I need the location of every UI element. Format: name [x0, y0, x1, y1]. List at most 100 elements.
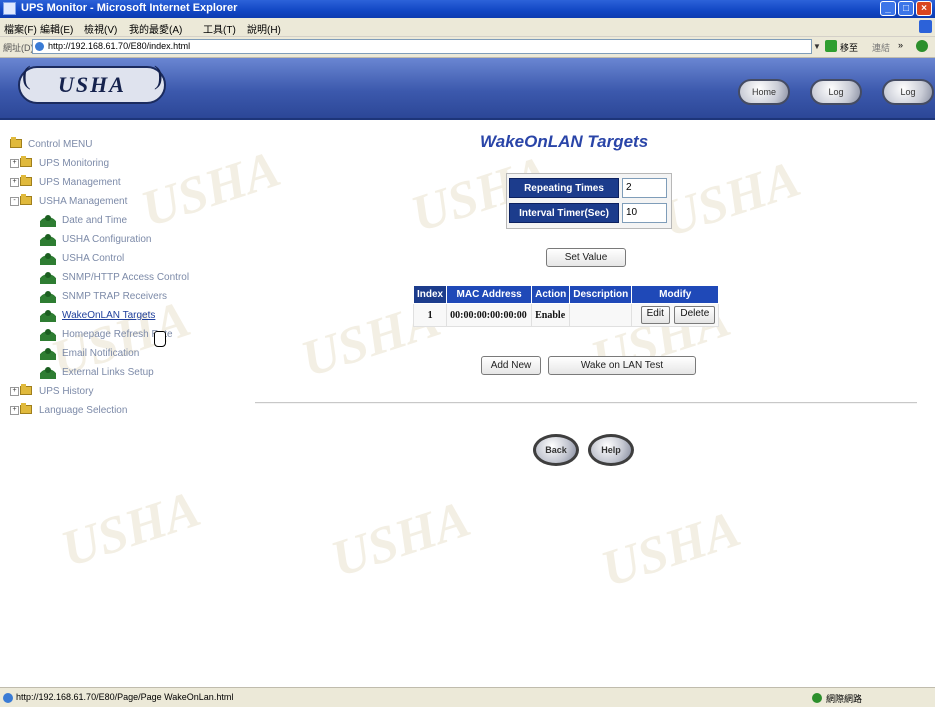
tree-item-access-control[interactable]: SNMP/HTTP Access Control [10, 269, 255, 288]
menu-view[interactable]: 檢視(V) [84, 21, 117, 36]
expand-icon[interactable]: + [10, 178, 19, 187]
page-status-icon [3, 693, 13, 703]
hand-cursor-icon [154, 331, 166, 347]
browser-window: UPS Monitor - Microsoft Internet Explore… [0, 0, 935, 707]
expand-icon[interactable]: + [10, 406, 19, 415]
watermark: USHA [654, 150, 807, 249]
window-title: UPS Monitor - Microsoft Internet Explore… [21, 2, 238, 14]
delete-button[interactable]: Delete [674, 306, 716, 324]
tree-item-label: Date and Time [62, 215, 128, 226]
tree-item-date-and-time[interactable]: Date and Time [10, 212, 255, 231]
edit-button[interactable]: Edit [640, 306, 670, 324]
back-button[interactable]: Back [533, 434, 579, 466]
tree-item-label: UPS Monitoring [39, 158, 110, 169]
url-dropdown-icon[interactable]: ▼ [813, 42, 821, 51]
go-button[interactable]: 移至 [840, 41, 858, 54]
menu-tools[interactable]: 工具(T) [203, 21, 236, 36]
set-value-button[interactable]: Set Value [546, 248, 626, 267]
folder-icon [20, 403, 32, 414]
folder-open-icon [20, 194, 32, 205]
expand-icon[interactable]: + [10, 159, 19, 168]
setting-row-repeating-times: Repeating Times 2 [509, 176, 669, 201]
content-area: USHA USHA USHA USHA USHA USHA USHA USHA … [0, 120, 935, 687]
watermark: USHA [324, 490, 477, 589]
cell-index: 1 [412, 303, 448, 327]
watermark: USHA [54, 480, 207, 579]
log-button-2[interactable]: Log [882, 79, 934, 105]
tree-item-email-notification[interactable]: Email Notification [10, 345, 255, 364]
tree-item-label: USHA Configuration [62, 234, 152, 245]
links-more-icon[interactable]: » [898, 40, 903, 50]
menu-favorites[interactable]: 我的最愛(A) [129, 21, 182, 36]
wol-targets-table: Index MAC Address Action Description Mod… [412, 285, 720, 327]
tree-item-ups-monitoring[interactable]: + UPS Monitoring [10, 155, 255, 174]
tree-item-label: WakeOnLAN Targets [62, 310, 156, 321]
close-button[interactable]: × [916, 1, 932, 16]
folder-icon [20, 384, 32, 395]
column-header-modify: Modify [631, 285, 720, 304]
add-new-button[interactable]: Add New [481, 356, 541, 375]
menu-help[interactable]: 說明(H) [247, 21, 281, 36]
tree-item-label: Language Selection [39, 405, 128, 416]
divider [255, 402, 917, 404]
cell-description [569, 303, 633, 327]
tree-item-label: USHA Control [62, 253, 125, 264]
windows-logo-icon [919, 20, 932, 33]
tree-item-ups-history[interactable]: + UPS History [10, 383, 255, 402]
column-header-mac: MAC Address [446, 285, 533, 304]
tree-item-label: SNMP/HTTP Access Control [62, 272, 190, 283]
tree-item-ups-management[interactable]: + UPS Management [10, 174, 255, 193]
internet-zone-icon [812, 693, 822, 703]
ups-page-icon [40, 289, 56, 303]
cell-action: Enable [531, 303, 571, 327]
title-bar: UPS Monitor - Microsoft Internet Explore… [0, 0, 935, 18]
tree-item-wakeonlan-targets[interactable]: WakeOnLAN Targets [10, 307, 255, 326]
links-label[interactable]: 連結 [872, 41, 890, 54]
status-bar: http://192.168.61.70/E80/Page/Page WakeO… [0, 687, 935, 707]
collapse-icon[interactable]: - [10, 197, 19, 206]
ups-page-icon [40, 308, 56, 322]
column-header-action: Action [531, 285, 571, 304]
table-header-row: Index MAC Address Action Description Mod… [412, 285, 720, 304]
tree-root-label: Control MENU [28, 139, 93, 150]
setting-label: Repeating Times [509, 178, 619, 198]
tree-item-label: SNMP TRAP Receivers [62, 291, 168, 302]
tree-item-refresh-rate[interactable]: Homepage Refresh Rate [10, 326, 255, 345]
tree-item-language-selection[interactable]: + Language Selection [10, 402, 255, 421]
address-label: 網址(D) [3, 43, 34, 53]
interval-timer-input[interactable]: 10 [622, 203, 667, 223]
go-arrow-icon[interactable] [825, 40, 837, 52]
menu-edit[interactable]: 編輯(E) [40, 21, 73, 36]
home-button[interactable]: Home [738, 79, 790, 105]
zone-text: 網際網路 [826, 694, 863, 704]
minimize-button[interactable]: _ [880, 1, 896, 16]
ups-page-icon [40, 365, 56, 379]
table-row: 1 00:00:00:00:00:00 Enable Edit Delete [412, 303, 720, 327]
menu-bar: 檔案(F) 編輯(E) 檢視(V) 我的最愛(A) 工具(T) 說明(H) [0, 18, 935, 37]
repeating-times-input[interactable]: 2 [622, 178, 667, 198]
tree-root[interactable]: Control MENU [10, 136, 255, 155]
tree-item-usha-control[interactable]: USHA Control [10, 250, 255, 269]
wake-on-lan-test-button[interactable]: Wake on LAN Test [548, 356, 696, 375]
ie-app-icon [3, 2, 16, 15]
tree-item-usha-configuration[interactable]: USHA Configuration [10, 231, 255, 250]
menu-file[interactable]: 檔案(F) [4, 21, 37, 36]
ie-toolbar-icon[interactable] [916, 40, 928, 52]
maximize-button[interactable]: □ [898, 1, 914, 16]
ups-page-icon [40, 232, 56, 246]
address-bar: 網址(D) http://192.168.61.70/E80/index.htm… [0, 37, 935, 58]
help-button[interactable]: Help [588, 434, 634, 466]
watermark: USHA [594, 500, 747, 599]
ups-page-icon [40, 270, 56, 284]
tree-item-external-links[interactable]: External Links Setup [10, 364, 255, 383]
setting-row-interval-timer: Interval Timer(Sec) 10 [509, 201, 669, 226]
tree-item-trap-receivers[interactable]: SNMP TRAP Receivers [10, 288, 255, 307]
expand-icon[interactable]: + [10, 387, 19, 396]
page-title: WakeOnLAN Targets [480, 132, 649, 151]
log-button[interactable]: Log [810, 79, 862, 105]
url-input[interactable]: http://192.168.61.70/E80/index.html [32, 39, 812, 54]
folder-open-icon [10, 137, 22, 148]
tree-item-usha-management[interactable]: - USHA Management [10, 193, 255, 212]
tree-item-label: USHA Management [39, 196, 128, 207]
tree-item-label: UPS History [39, 386, 94, 397]
